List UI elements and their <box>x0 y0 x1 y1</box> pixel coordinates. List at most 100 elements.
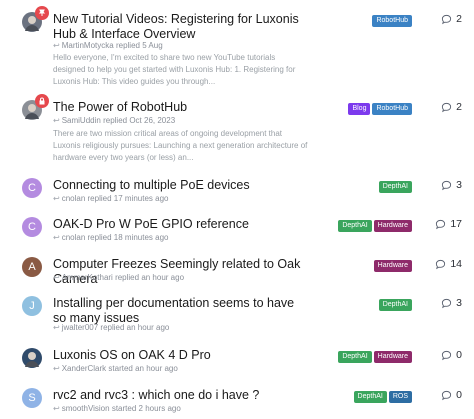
reply-icon: ↩ <box>53 194 60 203</box>
tag-list: DepthAI <box>378 181 412 193</box>
avatar-initial: C <box>28 221 36 233</box>
avatar-initial: C <box>28 182 36 194</box>
avatar[interactable]: A <box>22 257 42 277</box>
reply-count: 14 <box>435 258 462 270</box>
reply-count: 3 <box>441 179 462 191</box>
reply-count-value: 0 <box>456 389 462 401</box>
tag-label[interactable]: Hardware <box>373 220 412 232</box>
tag-label[interactable]: Blog <box>348 103 371 115</box>
tag-label[interactable]: Hardware <box>373 351 412 363</box>
avatar[interactable] <box>22 94 49 120</box>
reply-icon: ↩ <box>53 273 60 282</box>
reply-count: 17 <box>435 218 462 230</box>
reply-count: 2 <box>441 101 462 113</box>
reply-count: 0 <box>441 349 462 361</box>
reply-count-value: 2 <box>456 13 462 25</box>
timestamp[interactable]: 17 minutes ago <box>114 194 169 203</box>
author-name[interactable]: SamiUddin <box>62 116 101 125</box>
discussion-excerpt: There are two mission critical areas of … <box>53 129 308 162</box>
timestamp[interactable]: an hour ago <box>127 323 170 332</box>
avatar-initial: S <box>28 392 36 404</box>
author-name[interactable]: cnolan <box>62 233 86 242</box>
avatar[interactable] <box>22 348 42 368</box>
discussion-meta: ↩ jwalter007 replied an hour ago <box>53 323 169 332</box>
discussion-meta: ↩ XanderClark started an hour ago <box>53 364 178 373</box>
timestamp[interactable]: an hour ago <box>141 273 184 282</box>
action-text: replied <box>87 233 112 242</box>
reply-count: 3 <box>441 297 462 309</box>
reply-count-value: 3 <box>456 297 462 309</box>
tag-label[interactable]: RobotHub <box>372 15 412 27</box>
author-name[interactable]: XanderClark <box>62 364 106 373</box>
comment-icon <box>442 102 452 112</box>
reply-count-value: 17 <box>450 218 462 230</box>
author-name[interactable]: MartinMotycka <box>62 41 114 50</box>
action-text: replied <box>100 323 125 332</box>
tag-label[interactable]: DepthAI <box>378 299 412 311</box>
tag-label[interactable]: DepthAI <box>353 391 387 403</box>
reply-count-value: 3 <box>456 179 462 191</box>
reply-icon: ↩ <box>53 404 60 413</box>
tag-list: DepthAI Hardware <box>338 351 412 363</box>
tag-list: Blog RobotHub <box>348 103 412 115</box>
avatar[interactable]: C <box>22 217 42 237</box>
reply-count: 2 <box>441 13 462 25</box>
discussion-title[interactable]: Luxonis OS on OAK 4 D Pro <box>53 348 308 363</box>
discussion-title[interactable]: Installing per documentation seems to ha… <box>53 296 308 326</box>
discussion-meta: ↩ AmmarKothari replied an hour ago <box>53 273 184 282</box>
action-text: replied <box>87 194 112 203</box>
author-name[interactable]: smoothVision <box>62 404 110 413</box>
timestamp[interactable]: 18 minutes ago <box>114 233 169 242</box>
reply-icon: ↩ <box>53 364 60 373</box>
discussion-meta: ↩ smoothVision started 2 hours ago <box>53 404 181 413</box>
tag-label[interactable]: DepthAI <box>338 351 372 363</box>
tag-list: DepthAI Hardware <box>338 220 412 232</box>
tag-list: RobotHub <box>372 15 412 27</box>
comment-icon <box>436 219 446 229</box>
tag-label[interactable]: DepthAI <box>338 220 372 232</box>
author-name[interactable]: AmmarKothari <box>62 273 113 282</box>
comment-icon <box>436 259 446 269</box>
avatar-initial: A <box>28 261 36 273</box>
comment-icon <box>442 390 452 400</box>
action-text: started <box>108 364 133 373</box>
avatar[interactable]: J <box>22 296 42 316</box>
tag-label[interactable]: Hardware <box>373 260 412 272</box>
lock-icon <box>35 94 49 108</box>
tag-label[interactable]: DepthAI <box>378 181 412 193</box>
pin-icon <box>35 6 49 20</box>
avatar[interactable]: C <box>22 178 42 198</box>
reply-icon: ↩ <box>53 323 60 332</box>
discussion-title[interactable]: Computer Freezes Seemingly related to Oa… <box>53 257 308 287</box>
author-name[interactable]: cnolan <box>62 194 86 203</box>
reply-icon: ↩ <box>53 116 60 125</box>
discussion-title[interactable]: Connecting to multiple PoE devices <box>53 178 308 193</box>
comment-icon <box>442 14 452 24</box>
reply-count: 0 <box>441 389 462 401</box>
action-text: started <box>111 404 137 413</box>
tag-label[interactable]: ROS <box>388 391 412 403</box>
discussion-title[interactable]: The Power of RobotHub <box>53 100 308 115</box>
tag-label[interactable]: RobotHub <box>372 103 412 115</box>
timestamp[interactable]: an hour ago <box>135 364 178 373</box>
avatar[interactable] <box>22 6 49 32</box>
reply-count-value: 2 <box>456 101 462 113</box>
comment-icon <box>442 298 452 308</box>
avatar[interactable]: S <box>22 388 42 408</box>
author-name[interactable]: jwalter007 <box>62 323 98 332</box>
action-text: replied <box>115 41 140 50</box>
comment-icon <box>442 350 452 360</box>
timestamp[interactable]: 5 Aug <box>142 41 162 50</box>
timestamp[interactable]: Oct 26, 2023 <box>129 116 175 125</box>
discussion-meta: ↩ SamiUddin replied Oct 26, 2023 <box>53 116 175 125</box>
action-text: replied <box>115 273 140 282</box>
tag-list: DepthAI <box>378 299 412 311</box>
user-photo-icon <box>25 352 39 367</box>
tag-list: DepthAI ROS <box>353 391 412 403</box>
timestamp[interactable]: 2 hours ago <box>139 404 181 413</box>
discussion-title[interactable]: OAK-D Pro W PoE GPIO reference <box>53 217 308 232</box>
reply-icon: ↩ <box>53 41 60 50</box>
tag-list: Hardware <box>373 260 412 272</box>
discussion-title[interactable]: New Tutorial Videos: Registering for Lux… <box>53 12 308 42</box>
discussion-title[interactable]: rvc2 and rvc3 : which one do i have ? <box>53 388 308 403</box>
